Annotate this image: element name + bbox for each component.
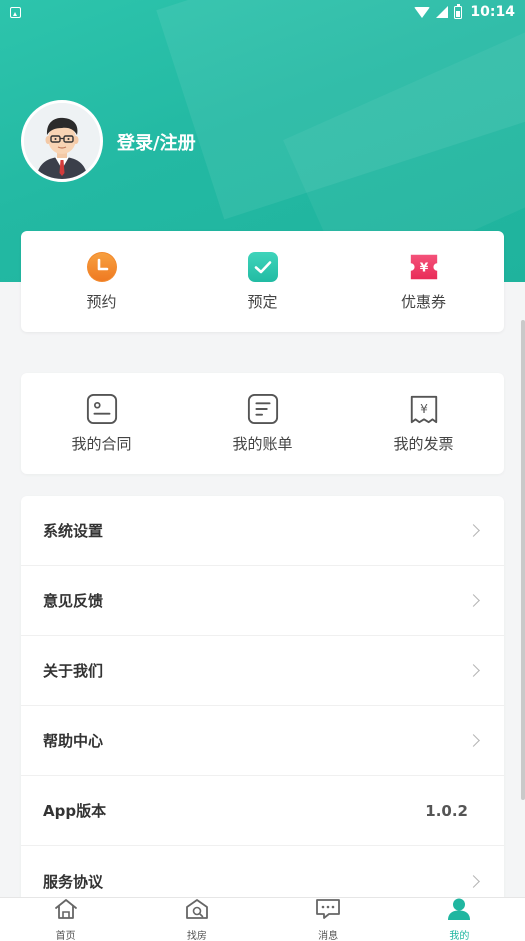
quick-action-label: 预定 — [247, 293, 278, 311]
menu-item-help-center[interactable]: 帮助中心 — [21, 706, 504, 776]
chevron-right-icon — [467, 524, 480, 537]
chevron-right-icon — [467, 874, 480, 888]
menu-item-label: 意见反馈 — [43, 592, 104, 610]
service-bill[interactable]: 我的账单 — [182, 373, 343, 474]
quick-action-label: 预约 — [86, 293, 117, 311]
service-label: 我的账单 — [232, 435, 293, 453]
menu-item-feedback[interactable]: 意见反馈 — [21, 566, 504, 636]
chevron-right-icon — [467, 664, 480, 677]
menu-item-label: 系统设置 — [43, 522, 104, 540]
service-invoice[interactable]: ¥ 我的发票 — [343, 373, 504, 474]
menu-item-app-version: App版本 1.0.2 — [21, 776, 504, 846]
profile-screen: 10:14 登录/注册 预约 预定 ¥ 优惠券 我的合同 我的账单 ¥ 我的发票… — [0, 0, 525, 941]
bottom-nav: 首页 找房 消息 我的 — [0, 897, 525, 941]
coupon-icon: ¥ — [408, 251, 440, 283]
contract-icon — [86, 393, 118, 425]
quick-action-appointment[interactable]: 预约 — [21, 231, 182, 332]
login-register-link[interactable]: 登录/注册 — [117, 129, 196, 155]
avatar-illustration — [24, 103, 100, 179]
menu-item-label: App版本 — [43, 802, 107, 820]
nav-label: 消息 — [318, 931, 339, 941]
avatar[interactable] — [21, 100, 103, 182]
service-contract[interactable]: 我的合同 — [21, 373, 182, 474]
settings-menu: 系统设置 意见反馈 关于我们 帮助中心 App版本 1.0.2 服务协议 — [21, 496, 504, 916]
notification-icon — [10, 6, 21, 18]
chevron-right-icon — [467, 594, 480, 607]
nav-tab-profile[interactable]: 我的 — [394, 898, 525, 941]
quick-actions-card: 预约 预定 ¥ 优惠券 — [21, 231, 504, 332]
nav-label: 首页 — [55, 931, 76, 941]
home-icon — [53, 897, 79, 925]
menu-item-label: 关于我们 — [43, 662, 104, 680]
svg-text:¥: ¥ — [419, 261, 428, 275]
message-icon — [315, 897, 341, 925]
svg-text:¥: ¥ — [420, 402, 428, 416]
status-time: 10:14 — [470, 4, 515, 20]
wifi-icon — [414, 6, 431, 18]
app-version-value: 1.0.2 — [425, 801, 468, 820]
menu-item-about-us[interactable]: 关于我们 — [21, 636, 504, 706]
chevron-right-icon — [467, 734, 480, 747]
nav-label: 找房 — [186, 931, 207, 941]
find-house-icon — [184, 897, 210, 925]
menu-item-label: 服务协议 — [43, 872, 104, 891]
service-label: 我的发票 — [393, 435, 454, 453]
scrollbar[interactable] — [521, 320, 525, 800]
nav-tab-home[interactable]: 首页 — [0, 898, 131, 941]
battery-icon — [454, 3, 463, 19]
menu-item-system-settings[interactable]: 系统设置 — [21, 496, 504, 566]
signal-icon — [436, 6, 449, 18]
quick-action-reservation[interactable]: 预定 — [182, 231, 343, 332]
invoice-icon: ¥ — [408, 393, 440, 425]
quick-action-label: 优惠券 — [400, 293, 446, 311]
nav-tab-messages[interactable]: 消息 — [263, 898, 394, 941]
status-bar: 10:14 — [0, 0, 525, 24]
clock-icon — [86, 251, 118, 283]
services-card: 我的合同 我的账单 ¥ 我的发票 — [21, 373, 504, 474]
bill-icon — [247, 393, 279, 425]
service-label: 我的合同 — [71, 435, 132, 453]
check-icon — [247, 251, 279, 283]
nav-label: 我的 — [449, 931, 470, 941]
nav-tab-find-house[interactable]: 找房 — [131, 898, 262, 941]
menu-item-label: 帮助中心 — [43, 732, 104, 750]
quick-action-coupon[interactable]: ¥ 优惠券 — [343, 231, 504, 332]
profile-icon — [446, 897, 472, 925]
